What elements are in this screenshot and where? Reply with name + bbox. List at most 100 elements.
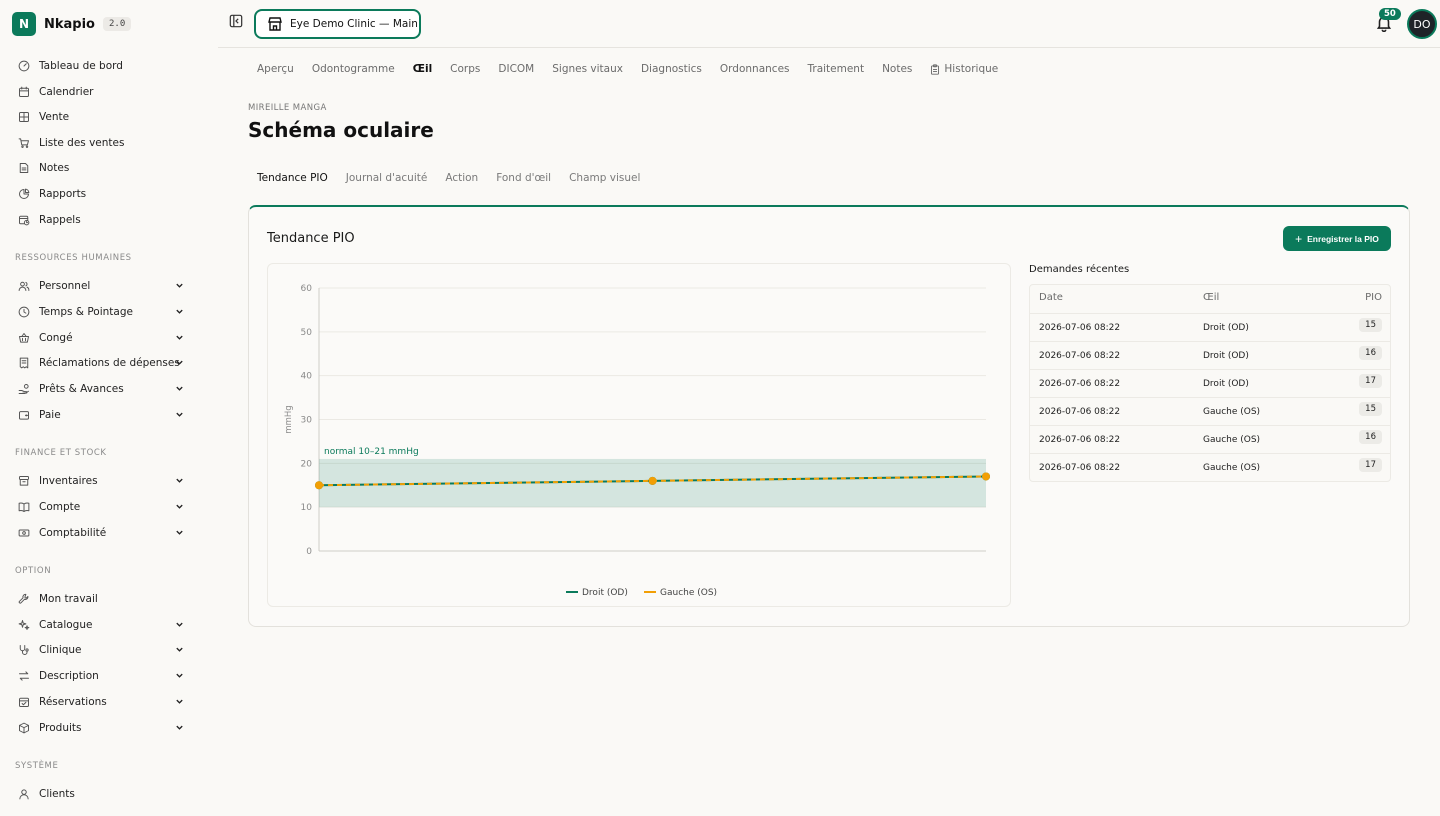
brand[interactable]: N Nkapio 2.0 (12, 12, 132, 36)
subtab-tendance-pio[interactable]: Tendance PIO (257, 172, 328, 184)
sidebar-item-conge[interactable]: Congé (18, 328, 184, 348)
tab-apercu[interactable]: Aperçu (257, 63, 294, 75)
table-row[interactable]: 2026-07-06 08:22 Droit (OD) 16 (1030, 341, 1390, 369)
col-date: Date (1039, 292, 1063, 303)
sidebar-collapse-icon[interactable] (229, 14, 243, 28)
table-row[interactable]: 2026-07-06 08:22 Gauche (OS) 15 (1030, 397, 1390, 425)
tab-signes-vitaux[interactable]: Signes vitaux (552, 63, 623, 75)
sidebar-item-tableau-de-bord[interactable]: Tableau de bord (18, 56, 184, 76)
tab-corps[interactable]: Corps (450, 63, 480, 75)
tab-dicom[interactable]: DICOM (498, 63, 534, 75)
subtab-action[interactable]: Action (445, 172, 478, 184)
chevron-down-icon (176, 283, 183, 288)
sidebar-item-comptabilite[interactable]: Comptabilité (18, 523, 184, 543)
subtab-journal-d-acuite[interactable]: Journal d'acuité (346, 172, 428, 184)
sidebar-item-temps-pointage[interactable]: Temps & Pointage (18, 302, 184, 322)
cell-pio: 17 (1359, 374, 1382, 388)
sidebar-item-prets-avances[interactable]: Prêts & Avances (18, 379, 184, 399)
sidebar-item-reservations[interactable]: Réservations (18, 692, 184, 712)
tab-il[interactable]: Œil (413, 63, 432, 75)
tab-ordonnances[interactable]: Ordonnances (720, 63, 790, 75)
sidebar-item-label: Prêts & Avances (39, 383, 124, 395)
sidebar-item-label: Catalogue (39, 619, 93, 631)
sidebar-item-label: Temps & Pointage (39, 306, 133, 318)
tab-label: Œil (412, 63, 433, 75)
clinic-selector[interactable]: Eye Demo Clinic — Main (254, 9, 421, 39)
sidebar-item-label: Rapports (39, 188, 87, 200)
store-icon (268, 17, 282, 31)
version-badge: 2.0 (103, 17, 132, 31)
sidebar-item-label: Compte (39, 501, 81, 513)
sidebar-item-description[interactable]: Description (18, 666, 184, 686)
sidebar-item-inventaires[interactable]: Inventaires (18, 471, 184, 491)
card-title: Tendance PIO (267, 231, 355, 246)
note-icon (18, 162, 30, 174)
chevron-down-icon (176, 622, 183, 627)
sidebar-item-label: Calendrier (39, 86, 94, 98)
sidebar-item-produits[interactable]: Produits (18, 718, 184, 738)
normal-range-label: normal 10–21 mmHg (324, 447, 419, 457)
sidebar-item-liste-des-ventes[interactable]: Liste des ventes (18, 133, 184, 153)
sidebar-item-personnel[interactable]: Personnel (18, 276, 184, 296)
sidebar-item-label: Réclamations de dépenses (39, 357, 180, 369)
sidebar-item-label: Inventaires (39, 475, 98, 487)
sidebar-section-label: SYSTÈME (15, 761, 59, 771)
cell-eye: Gauche (OS) (1203, 435, 1261, 445)
sidebar-item-vente[interactable]: Vente (18, 107, 184, 127)
y-tick-label: 0 (306, 547, 312, 557)
table-row[interactable]: 2026-07-06 08:22 Gauche (OS) 17 (1030, 453, 1390, 481)
sidebar-item-catalogue[interactable]: Catalogue (18, 615, 184, 635)
tab-label: DICOM (498, 63, 535, 75)
cell-eye: Droit (OD) (1203, 323, 1249, 333)
sidebar-item-notes[interactable]: Notes (18, 158, 184, 178)
table-row[interactable]: 2026-07-06 08:22 Droit (OD) 17 (1030, 369, 1390, 397)
col-pio: PIO (1365, 292, 1382, 303)
sidebar-item-rapports[interactable]: Rapports (18, 184, 184, 204)
tab-odontogramme[interactable]: Odontogramme (312, 63, 395, 75)
subtab-champ-visuel[interactable]: Champ visuel (569, 172, 640, 184)
clock-icon (18, 306, 30, 318)
recent-title: Demandes récentes (1029, 264, 1130, 275)
sidebar-item-clients[interactable]: Clients (18, 784, 184, 804)
sidebar-item-mon-travail[interactable]: Mon travail (18, 589, 184, 609)
tab-diagnostics[interactable]: Diagnostics (641, 63, 702, 75)
table-header: Date Œil PIO (1030, 285, 1390, 313)
sidebar-item-reclamations-de-depenses[interactable]: Réclamations de dépenses (18, 353, 184, 373)
cell-pio: 15 (1359, 318, 1382, 332)
y-tick-label: 40 (301, 372, 313, 382)
sidebar-item-calendrier[interactable]: Calendrier (18, 82, 184, 102)
sidebar-item-label: Clients (39, 788, 75, 800)
sidebar-item-label: Tableau de bord (39, 60, 123, 72)
tab-historique[interactable]: Historique (930, 63, 998, 75)
record-iop-button[interactable]: + Enregistrer la PIO (1283, 226, 1391, 251)
table-row[interactable]: 2026-07-06 08:22 Droit (OD) 15 (1030, 313, 1390, 341)
avatar[interactable]: DO (1407, 9, 1437, 39)
chevron-down-icon (176, 478, 183, 483)
tab-traitement[interactable]: Traitement (808, 63, 865, 75)
y-tick-label: 50 (301, 328, 313, 338)
notification-count: 50 (1379, 8, 1401, 20)
subtab-fond-d-il[interactable]: Fond d'œil (496, 172, 551, 184)
tab-label: Aperçu (257, 63, 294, 75)
inventory-icon (18, 475, 30, 487)
col-eye: Œil (1203, 292, 1220, 303)
cell-pio: 16 (1359, 430, 1382, 444)
receipt-icon (18, 357, 30, 369)
tab-notes[interactable]: Notes (882, 63, 912, 75)
sidebar-section-label: FINANCE ET STOCK (15, 448, 107, 458)
chevron-down-icon (176, 699, 183, 704)
sidebar-item-paie[interactable]: Paie (18, 405, 184, 425)
hand-coins-icon (18, 383, 30, 395)
tab-label: Signes vitaux (552, 63, 623, 75)
table-row[interactable]: 2026-07-06 08:22 Gauche (OS) 16 (1030, 425, 1390, 453)
sidebar-item-clinique[interactable]: Clinique (18, 640, 184, 660)
sidebar-item-compte[interactable]: Compte (18, 497, 184, 517)
topbar: Eye Demo Clinic — Main 50 DO (218, 0, 1440, 48)
cell-date: 2026-07-06 08:22 (1039, 463, 1121, 473)
brand-logo: N (12, 12, 36, 36)
sidebar-section-label: OPTION (15, 566, 52, 576)
y-tick-label: 20 (301, 459, 313, 469)
sidebar-item-rappels[interactable]: Rappels (18, 210, 184, 230)
sidebar-section-label: RESSOURCES HUMAINES (15, 253, 132, 263)
sidebar-item-label: Description (39, 670, 99, 682)
